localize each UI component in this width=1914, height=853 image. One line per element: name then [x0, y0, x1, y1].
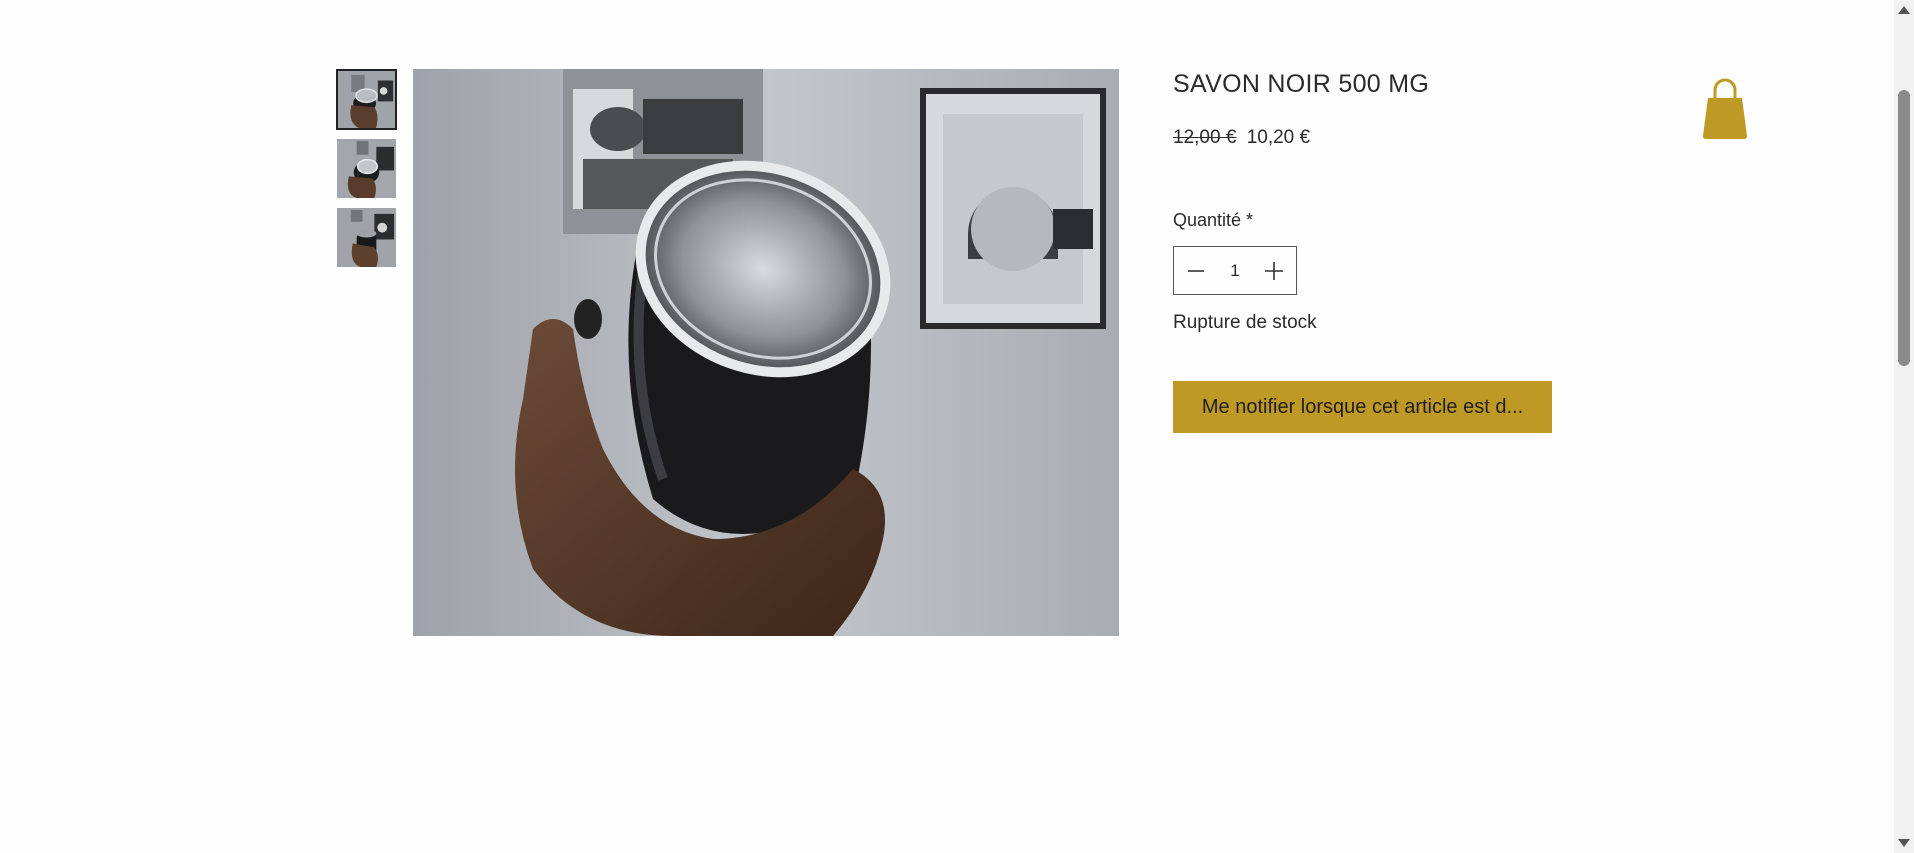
thumbnail-3[interactable] [336, 207, 397, 268]
decrease-quantity-button[interactable] [1184, 259, 1208, 283]
price-block: 12,00 € 10,20 € [1173, 127, 1310, 149]
thumbnail-list [336, 69, 397, 276]
quantity-input[interactable] [1215, 260, 1255, 281]
thumbnail-1[interactable] [336, 69, 397, 130]
quantity-label: Quantité * [1173, 210, 1254, 230]
scrollbar-thumb[interactable] [1898, 90, 1910, 366]
triangle-down-icon [1898, 839, 1910, 847]
product-title: SAVON NOIR 500 MG [1173, 70, 1430, 98]
triangle-up-icon [1898, 6, 1910, 14]
product-page: SAVON NOIR 500 MG 12,00 € 10,20 € Quanti… [0, 0, 1914, 853]
scroll-up-button[interactable] [1894, 2, 1914, 18]
thumbnail-image [338, 71, 395, 128]
stock-status: Rupture de stock [1173, 312, 1317, 333]
increase-quantity-button[interactable] [1262, 259, 1286, 283]
sale-price: 10,20 € [1246, 127, 1311, 148]
thumbnail-image [337, 139, 396, 198]
main-product-image[interactable] [413, 69, 1119, 636]
product-photo [413, 69, 1119, 636]
vertical-scrollbar[interactable] [1894, 0, 1914, 853]
minus-icon [1188, 269, 1204, 272]
quantity-stepper [1173, 246, 1297, 295]
cart-button[interactable] [1700, 76, 1750, 140]
shopping-bag-icon [1703, 78, 1747, 139]
original-price: 12,00 € [1173, 127, 1237, 148]
thumbnail-2[interactable] [336, 138, 397, 199]
notify-when-available-button[interactable]: Me notifier lorsque cet article est d... [1173, 381, 1552, 433]
plus-icon [1265, 261, 1283, 280]
thumbnail-image [337, 208, 396, 267]
scroll-down-button[interactable] [1894, 835, 1914, 851]
